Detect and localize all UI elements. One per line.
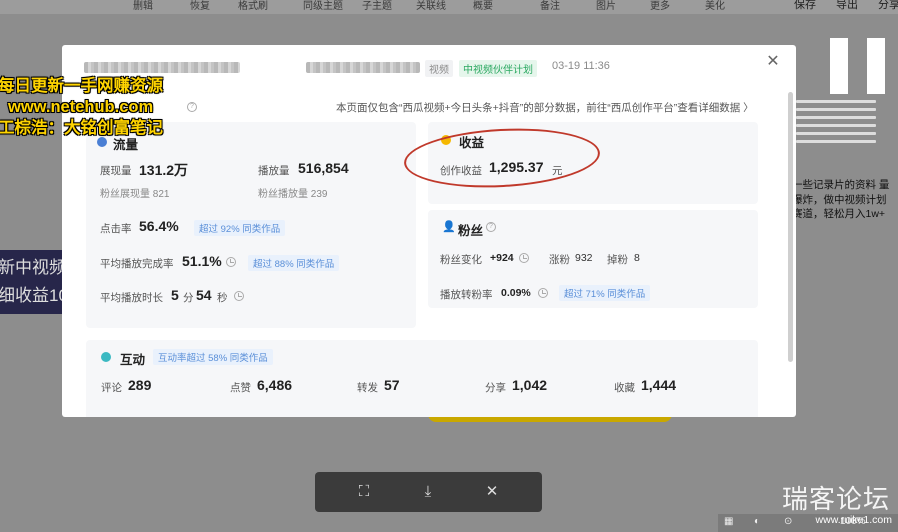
toolbar-item[interactable]: 关联线: [416, 0, 446, 12]
conversion-badge: 超过 71% 同类作品: [559, 285, 651, 301]
interaction-panel: 互动 互动率超过 58% 同类作品 评论 289 点赞 6,486 转发 57 …: [86, 340, 758, 417]
brand-url: www.ruike1.com: [815, 514, 892, 526]
ctr-badge: 超过 92% 同类作品: [194, 220, 286, 236]
close-icon[interactable]: ✕: [766, 54, 780, 70]
fullscreen-icon[interactable]: ⛶: [356, 484, 372, 500]
scrollbar[interactable]: [788, 92, 793, 362]
video-stats-dialog: 视频 中视频伙伴计划 03-19 11:36 ✕ ? 本页面仅包含“西瓜视频+今…: [62, 45, 796, 417]
fan-plays: 粉丝播放量 239: [258, 189, 328, 200]
download-icon[interactable]: ⤓: [420, 484, 436, 500]
toolbar-item[interactable]: 概要: [473, 0, 493, 12]
viewer-toolbar: ⛶ ⤓ ✕: [315, 472, 542, 512]
help-icon[interactable]: ?: [486, 222, 496, 232]
favorites-label: 收藏: [614, 382, 635, 394]
background-node-line: 新中视频: [0, 258, 62, 277]
watermark-url: www.netehub.com: [8, 98, 154, 116]
completion-label: 平均播放完成率: [100, 258, 174, 270]
toolbar-item[interactable]: 子主题: [362, 0, 392, 12]
clock-icon: [226, 257, 236, 267]
fans-gain-value: 932: [575, 252, 593, 264]
fan-impressions: 粉丝展现量 821: [100, 189, 170, 200]
tag-partner-plan: 中视频伙伴计划: [459, 60, 537, 77]
blurred-title: [84, 62, 240, 73]
reposts-label: 转发: [357, 382, 378, 394]
fans-title: 粉丝: [458, 224, 484, 238]
shares-label: 分享: [485, 382, 506, 394]
ctr-value: 56.4%: [139, 218, 179, 234]
background-node: 新中视频 细收益10: [0, 250, 62, 314]
watermark-line: 每日更新一手网赚资源: [0, 77, 163, 95]
data-notice-link[interactable]: 本页面仅包含“西瓜视频+今日头条+抖音”的部分数据，前往“西瓜创作平台”查看详细…: [336, 100, 754, 115]
toolbar-item[interactable]: 更多: [650, 0, 670, 12]
impressions-value: 131.2万: [139, 162, 189, 178]
completion-value: 51.1%: [182, 253, 222, 269]
person-icon: 👤: [442, 221, 456, 233]
interaction-badge: 互动率超过 58% 同类作品: [153, 349, 273, 365]
ctr-label: 点击率: [100, 223, 132, 235]
background-node-line: 细收益10: [0, 286, 62, 305]
clock-icon: [538, 288, 548, 298]
toolbar-item[interactable]: 图片: [596, 0, 616, 12]
grid-icon[interactable]: ▦: [724, 516, 733, 527]
watermark: 每日更新一手网赚资源 www.netehub.com 工棕浩：大铭创富笔记: [0, 76, 163, 139]
interaction-title: 互动: [120, 353, 146, 367]
watermark-line: 工棕浩：大铭创富笔记: [0, 119, 163, 137]
toolbar-item[interactable]: 同级主题: [303, 0, 343, 12]
plays-value: 516,854: [298, 160, 349, 176]
shares-value: 1,042: [512, 377, 548, 393]
locate-icon[interactable]: ⊙: [784, 516, 792, 527]
publish-time: 03-19 11:36: [552, 60, 610, 72]
close-icon[interactable]: ✕: [484, 484, 500, 500]
clock-icon: [519, 253, 529, 263]
save-button[interactable]: 保存: [794, 0, 816, 12]
toolbar-item[interactable]: 恢复: [190, 0, 210, 12]
help-icon[interactable]: ?: [187, 102, 197, 112]
mouse-icon[interactable]: ◐: [754, 516, 760, 527]
duration-minutes: 5: [171, 287, 179, 303]
fans-panel: 👤 粉丝 ? 粉丝变化 +924 涨粉 932 掉粉 8 播放转粉率 0.09%…: [428, 210, 758, 308]
fans-change-value: +924: [490, 252, 514, 264]
blurred-title: [306, 62, 420, 73]
completion-badge: 超过 88% 同类作品: [248, 255, 340, 271]
background-list: [796, 100, 876, 160]
reposts-value: 57: [384, 377, 400, 393]
toolbar-item[interactable]: 格式刷: [238, 0, 268, 12]
duration-seconds-unit: 秒: [217, 292, 228, 304]
conversion-value: 0.09%: [501, 287, 531, 299]
toolbar-item[interactable]: 美化: [705, 0, 725, 12]
brand-logo: 瑞客论坛: [781, 484, 890, 514]
fans-gain-label: 涨粉: [549, 254, 570, 266]
share-button[interactable]: 分享: [878, 0, 898, 12]
clock-icon: [234, 291, 244, 301]
likes-label: 点赞: [230, 382, 251, 394]
toolbar-item[interactable]: 备注: [540, 0, 560, 12]
flow-panel: 流量 展现量 131.2万 播放量 516,854 粉丝展现量 821 粉丝播放…: [86, 122, 416, 328]
conversion-label: 播放转粉率: [440, 289, 493, 301]
duration-seconds: 54: [196, 287, 212, 303]
fans-loss-value: 8: [634, 252, 640, 264]
toolbar-item[interactable]: 删辑: [133, 0, 153, 12]
interaction-icon: [101, 352, 111, 362]
comments-label: 评论: [101, 382, 122, 394]
app-toolbar: 删辑 恢复 格式刷 同级主题 子主题 关联线 概要 备注 图片 更多 美化: [0, 0, 898, 14]
fans-loss-label: 掉粉: [607, 254, 628, 266]
export-button[interactable]: 导出: [836, 0, 858, 12]
fans-change-label: 粉丝变化: [440, 254, 482, 266]
background-note: 一些记录片的资料 量爆炸，做中视频计划 赛道，轻松月入1w+: [792, 179, 890, 220]
impressions-label: 展现量: [100, 165, 132, 177]
tag-video: 视频: [425, 60, 453, 77]
duration-label: 平均播放时长: [100, 292, 163, 304]
plays-label: 播放量: [258, 165, 290, 177]
likes-value: 6,486: [257, 377, 293, 393]
duration-minutes-unit: 分: [183, 292, 194, 304]
pause-icon[interactable]: [830, 38, 886, 94]
comments-value: 289: [128, 377, 152, 393]
favorites-value: 1,444: [641, 377, 677, 393]
